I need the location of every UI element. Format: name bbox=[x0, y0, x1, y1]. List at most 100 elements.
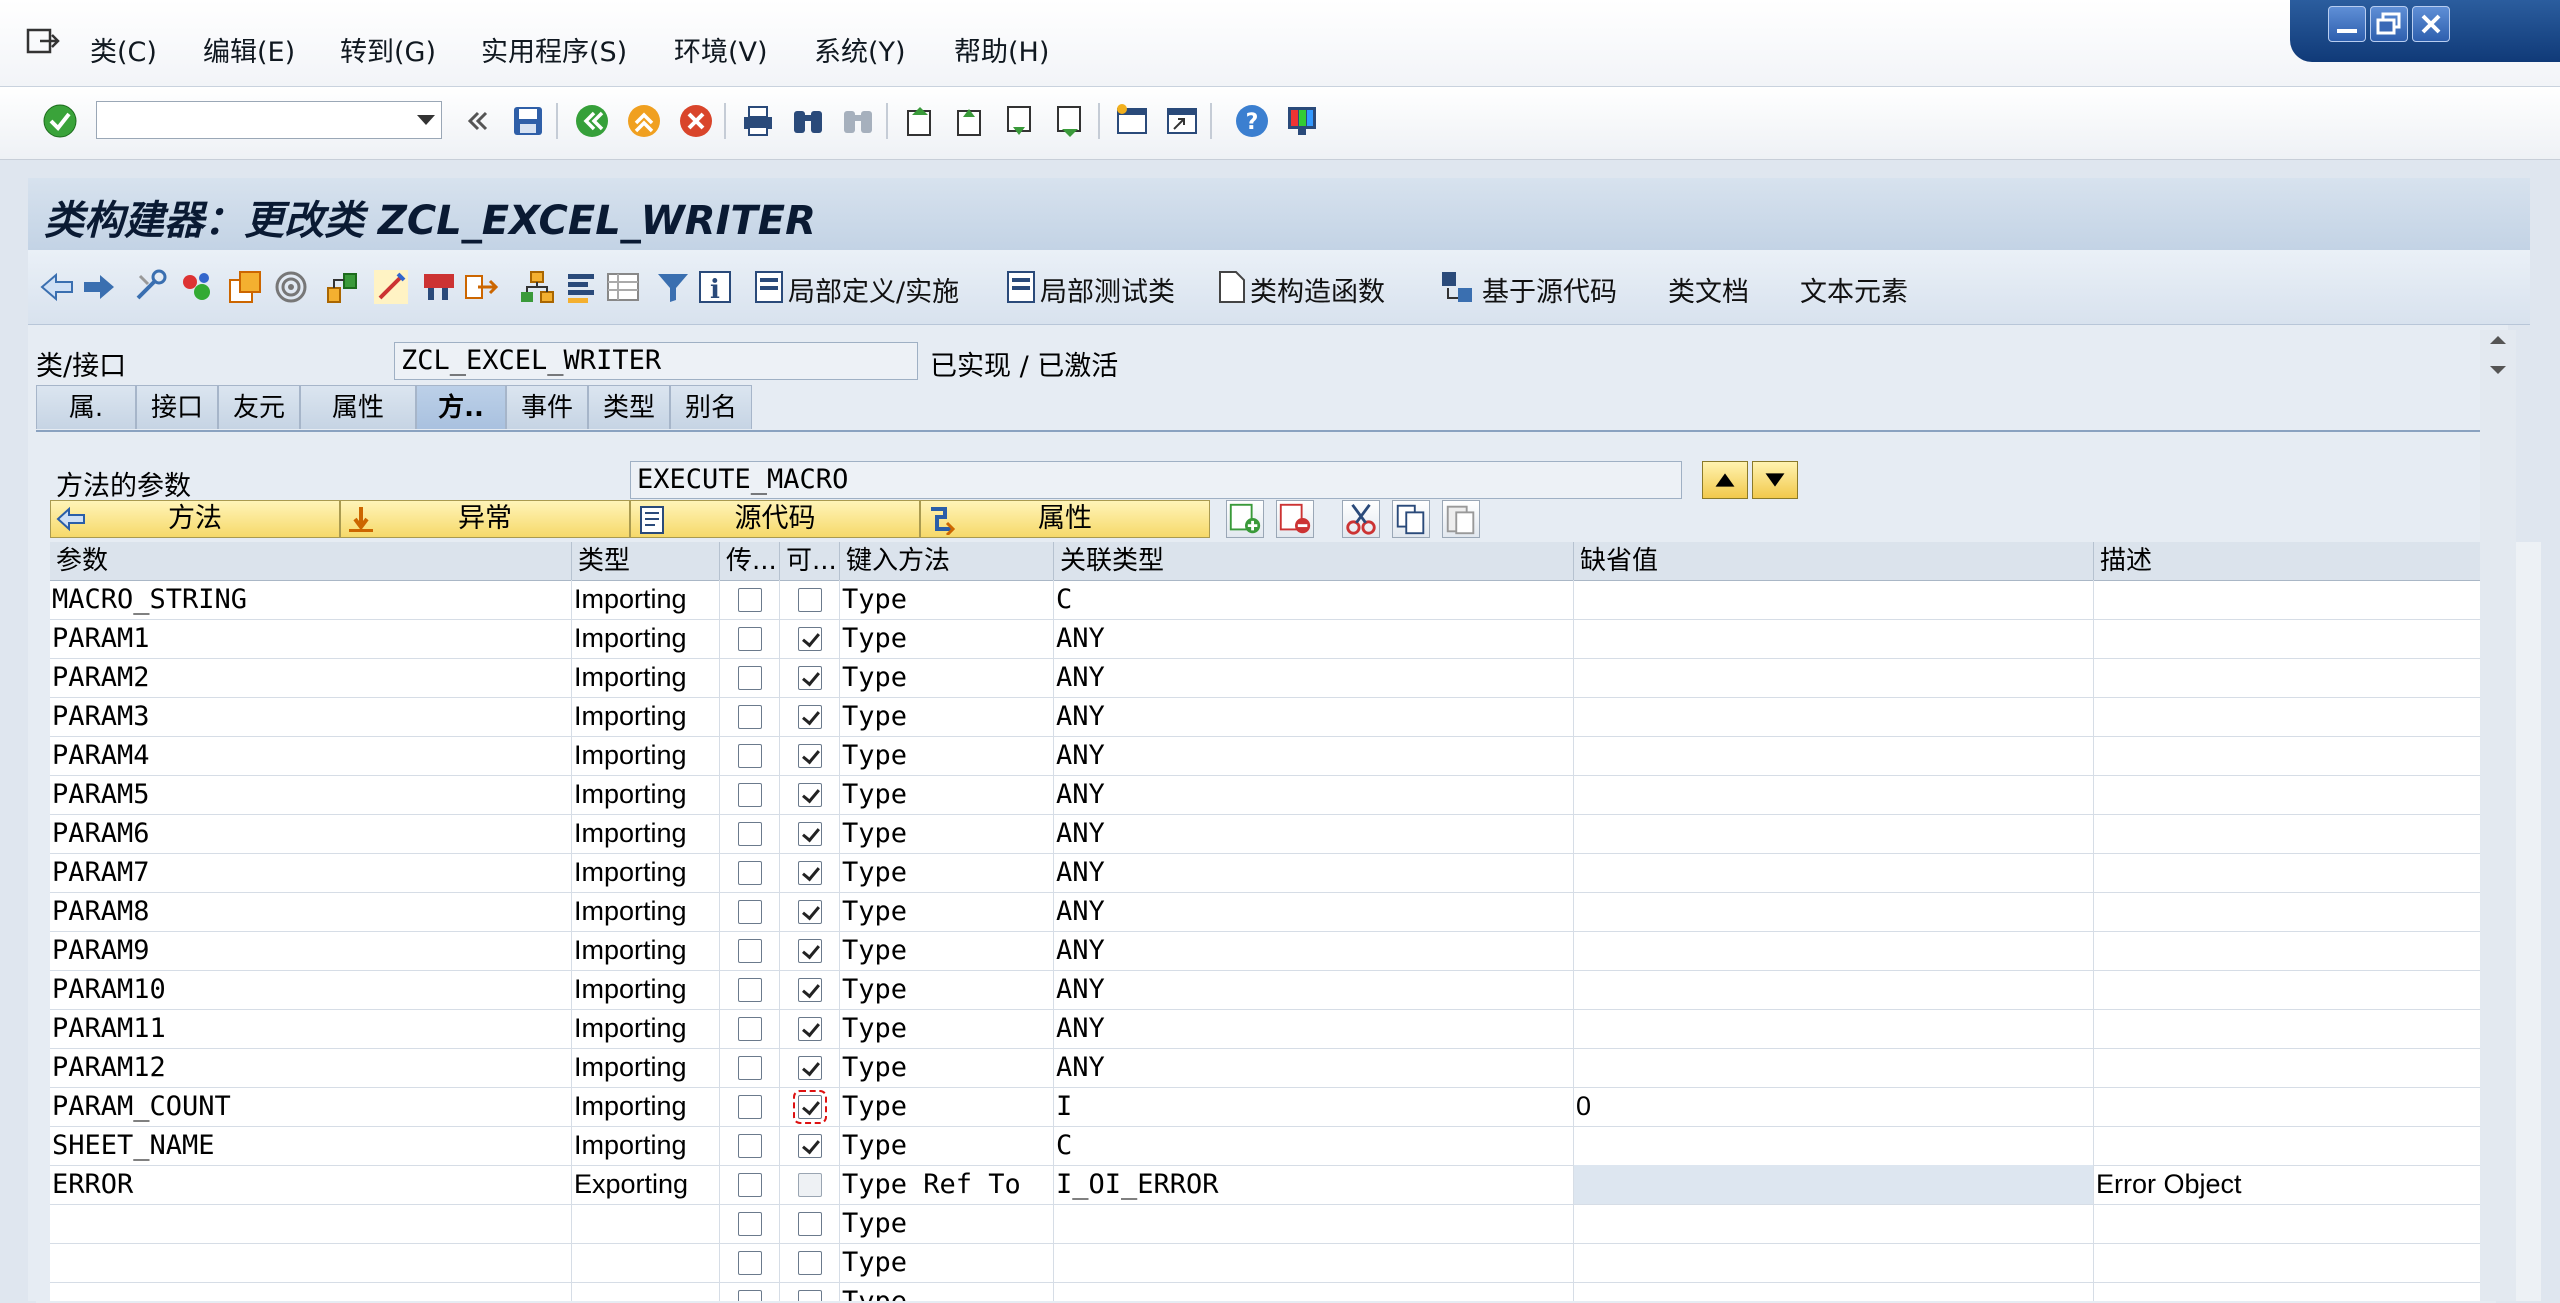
typing-method-cell[interactable]: Type bbox=[840, 853, 1054, 892]
menu-class[interactable]: 类(C) bbox=[90, 30, 157, 69]
parameter-cell[interactable]: PARAM12 bbox=[50, 1048, 572, 1087]
typing-method-cell[interactable]: Type bbox=[840, 931, 1054, 970]
table-row[interactable]: Type bbox=[50, 1243, 2490, 1283]
associated-type-cell[interactable]: ANY bbox=[1054, 1009, 1574, 1048]
previous-method-button[interactable] bbox=[1702, 461, 1748, 499]
minimize-icon[interactable] bbox=[2328, 6, 2366, 42]
description-cell[interactable] bbox=[2094, 970, 2490, 1009]
default-value-cell[interactable] bbox=[1574, 619, 2094, 658]
type-cell[interactable]: Importing bbox=[572, 1009, 720, 1048]
type-cell[interactable] bbox=[572, 1243, 720, 1282]
active-inactive-icon[interactable] bbox=[226, 268, 264, 306]
optional-checkbox[interactable] bbox=[798, 627, 822, 651]
optional-checkbox[interactable] bbox=[798, 978, 822, 1002]
default-value-cell[interactable] bbox=[1574, 1204, 2094, 1243]
description-cell[interactable] bbox=[2094, 1282, 2490, 1301]
default-value-cell[interactable] bbox=[1574, 853, 2094, 892]
method-name-field[interactable]: EXECUTE_MACRO bbox=[630, 461, 1682, 499]
parameter-cell[interactable]: MACRO_STRING bbox=[50, 580, 572, 619]
associated-type-cell[interactable]: ANY bbox=[1054, 775, 1574, 814]
parameter-cell[interactable] bbox=[50, 1243, 572, 1282]
table-row[interactable]: PARAM3 Importing Type ANY bbox=[50, 697, 2490, 737]
associated-type-cell[interactable]: ANY bbox=[1054, 658, 1574, 697]
typing-method-cell[interactable]: Type bbox=[840, 1204, 1054, 1243]
source-code-nav-button[interactable]: 源代码 bbox=[630, 500, 920, 538]
table-row[interactable]: PARAM2 Importing Type ANY bbox=[50, 658, 2490, 698]
associated-type-cell[interactable]: ANY bbox=[1054, 1048, 1574, 1087]
insert-row-button[interactable] bbox=[1226, 500, 1264, 538]
table-row[interactable]: PARAM7 Importing Type ANY bbox=[50, 853, 2490, 893]
pass-by-value-checkbox[interactable] bbox=[738, 822, 762, 846]
description-cell[interactable] bbox=[2094, 931, 2490, 970]
parameter-cell[interactable]: PARAM8 bbox=[50, 892, 572, 931]
table-row[interactable]: PARAM5 Importing Type ANY bbox=[50, 775, 2490, 815]
type-cell[interactable]: Importing bbox=[572, 775, 720, 814]
back-icon[interactable] bbox=[574, 103, 610, 139]
parameter-cell[interactable]: ERROR bbox=[50, 1165, 572, 1204]
pass-by-value-checkbox[interactable] bbox=[738, 1134, 762, 1158]
associated-type-cell[interactable]: ANY bbox=[1054, 736, 1574, 775]
pass-by-value-checkbox[interactable] bbox=[738, 978, 762, 1002]
typing-method-cell[interactable]: Type bbox=[840, 1126, 1054, 1165]
typing-method-cell[interactable]: Type bbox=[840, 619, 1054, 658]
back-arrow-icon[interactable] bbox=[38, 268, 76, 306]
default-value-cell[interactable] bbox=[1574, 775, 2094, 814]
parameter-cell[interactable]: SHEET_NAME bbox=[50, 1126, 572, 1165]
type-cell[interactable]: Importing bbox=[572, 619, 720, 658]
table-row[interactable]: PARAM11 Importing Type ANY bbox=[50, 1009, 2490, 1049]
typing-method-cell[interactable]: Type bbox=[840, 658, 1054, 697]
default-value-cell[interactable] bbox=[1574, 970, 2094, 1009]
typing-method-cell[interactable]: Type bbox=[840, 1009, 1054, 1048]
paste-button[interactable] bbox=[1442, 500, 1480, 538]
associated-type-cell[interactable]: C bbox=[1054, 1126, 1574, 1165]
parameter-cell[interactable]: PARAM1 bbox=[50, 619, 572, 658]
table-row[interactable]: PARAM9 Importing Type ANY bbox=[50, 931, 2490, 971]
typing-method-cell[interactable]: Type bbox=[840, 814, 1054, 853]
typing-method-cell[interactable]: Type bbox=[840, 697, 1054, 736]
pass-by-value-checkbox[interactable] bbox=[738, 900, 762, 924]
filter-icon[interactable] bbox=[654, 268, 692, 306]
optional-checkbox[interactable] bbox=[798, 1290, 822, 1301]
description-cell[interactable] bbox=[2094, 1204, 2490, 1243]
copy-button[interactable] bbox=[1392, 500, 1430, 538]
collapse-icon[interactable] bbox=[458, 103, 494, 139]
save-icon[interactable] bbox=[510, 103, 546, 139]
description-cell[interactable] bbox=[2094, 1243, 2490, 1282]
menu-edit[interactable]: 编辑(E) bbox=[203, 30, 295, 69]
column-header-optional[interactable]: 可... bbox=[780, 542, 840, 580]
typing-method-cell[interactable]: Type bbox=[840, 1282, 1054, 1301]
type-cell[interactable]: Importing bbox=[572, 970, 720, 1009]
tab-attributes[interactable]: 属性 bbox=[300, 385, 416, 429]
type-cell[interactable]: Importing bbox=[572, 853, 720, 892]
parameter-cell[interactable]: PARAM4 bbox=[50, 736, 572, 775]
pretty-printer-icon[interactable] bbox=[372, 268, 410, 306]
tab-friends[interactable]: 友元 bbox=[218, 385, 300, 429]
parameter-cell[interactable]: PARAM2 bbox=[50, 658, 572, 697]
source-based-button[interactable]: 基于源代码 bbox=[1482, 270, 1617, 309]
tab-aliases[interactable]: 别名 bbox=[670, 385, 752, 429]
prev-page-icon[interactable] bbox=[952, 103, 988, 139]
typing-method-cell[interactable]: Type bbox=[840, 736, 1054, 775]
description-cell[interactable] bbox=[2094, 775, 2490, 814]
pass-by-value-checkbox[interactable] bbox=[738, 861, 762, 885]
description-cell[interactable] bbox=[2094, 619, 2490, 658]
description-cell[interactable]: Error Object bbox=[2094, 1165, 2490, 1204]
pass-by-value-checkbox[interactable] bbox=[738, 1056, 762, 1080]
class-documentation-button[interactable]: 类文档 bbox=[1668, 270, 1749, 309]
type-cell[interactable]: Importing bbox=[572, 658, 720, 697]
default-value-cell[interactable] bbox=[1574, 1009, 2094, 1048]
pass-by-value-checkbox[interactable] bbox=[738, 666, 762, 690]
optional-checkbox[interactable] bbox=[798, 900, 822, 924]
description-cell[interactable] bbox=[2094, 658, 2490, 697]
object-list-icon[interactable] bbox=[420, 268, 458, 306]
column-header-description[interactable]: 描述 bbox=[2094, 542, 2490, 580]
cancel-icon[interactable] bbox=[678, 103, 714, 139]
default-value-cell[interactable] bbox=[1574, 697, 2094, 736]
navigate-icon[interactable] bbox=[462, 268, 500, 306]
description-cell[interactable] bbox=[2094, 1048, 2490, 1087]
associated-type-cell[interactable]: ANY bbox=[1054, 931, 1574, 970]
next-method-button[interactable] bbox=[1752, 461, 1798, 499]
sort-icon[interactable] bbox=[562, 268, 600, 306]
description-cell[interactable] bbox=[2094, 697, 2490, 736]
type-cell[interactable]: Importing bbox=[572, 1087, 720, 1126]
